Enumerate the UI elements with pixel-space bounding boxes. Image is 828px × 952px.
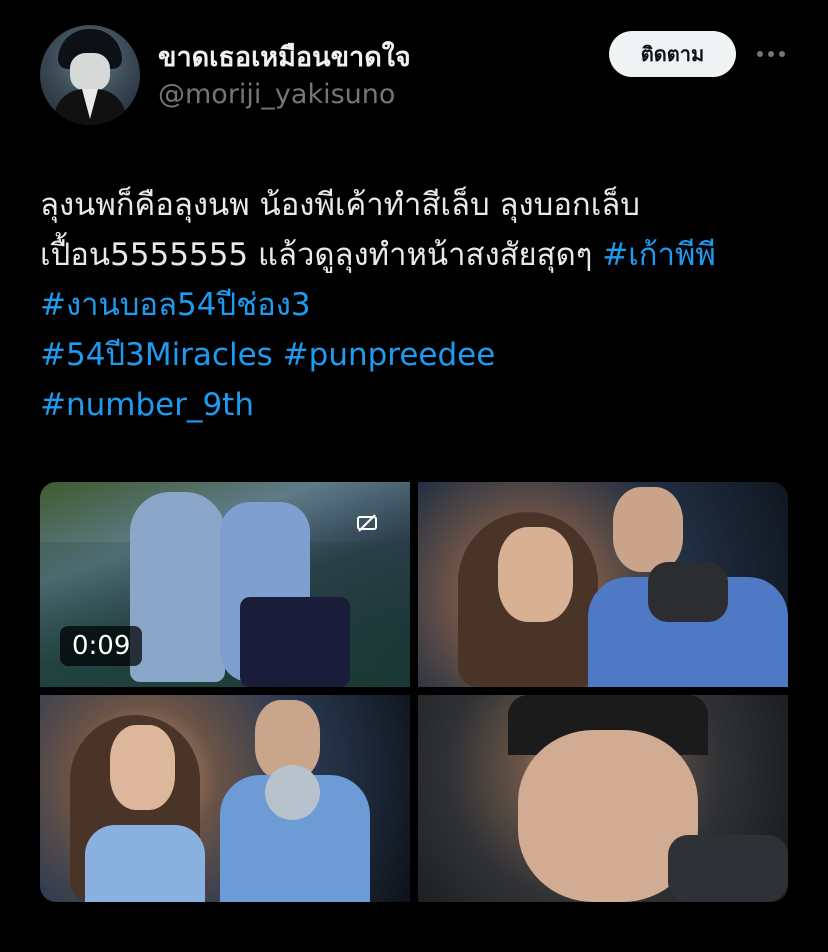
- hashtag-link[interactable]: #54ปี3Miracles: [40, 337, 273, 373]
- avatar-face: [70, 53, 110, 91]
- hashtag-link[interactable]: #งานบอล54ปีช่อง3: [40, 287, 311, 323]
- photo-1[interactable]: [418, 482, 788, 687]
- more-horizontal-icon[interactable]: [754, 39, 788, 69]
- hashtag-link[interactable]: #number_9th: [40, 387, 254, 423]
- follow-button[interactable]: ติดตาม: [609, 31, 736, 77]
- person-shape: [240, 597, 350, 687]
- object-shape: [668, 835, 788, 902]
- person-shape: [613, 487, 683, 572]
- media-grid: 0:09: [40, 482, 788, 902]
- user-handle[interactable]: @moriji_yakisuno: [158, 79, 395, 110]
- hashtag-link[interactable]: #punpreedee: [283, 337, 496, 373]
- person-shape: [130, 492, 225, 682]
- person-shape: [85, 825, 205, 902]
- object-shape: [648, 562, 728, 622]
- avatar[interactable]: [40, 25, 140, 125]
- video-duration: 0:09: [60, 626, 143, 666]
- person-shape: [498, 527, 573, 622]
- hashtag-link[interactable]: #เก้าพีพี: [602, 237, 716, 273]
- tweet-text: ลุงนพก็คือลุงนพ น้องพีเค้าทำสีเล็บ ลุงบอ…: [40, 180, 788, 430]
- display-name[interactable]: ขาดเธอเหมือนขาดใจ: [158, 35, 411, 78]
- video-thumbnail[interactable]: 0:09: [40, 482, 410, 687]
- photo-3[interactable]: [418, 695, 788, 902]
- object-shape: [265, 765, 320, 820]
- photo-2[interactable]: [40, 695, 410, 902]
- tweet-body: ลุงนพก็คือลุงนพ น้องพีเค้าทำสีเล็บ ลุงบอ…: [40, 187, 640, 273]
- tweet-header: ขาดเธอเหมือนขาดใจ @moriji_yakisuno ติดตา…: [40, 25, 788, 125]
- person-shape: [110, 725, 175, 810]
- mute-icon[interactable]: [356, 512, 378, 534]
